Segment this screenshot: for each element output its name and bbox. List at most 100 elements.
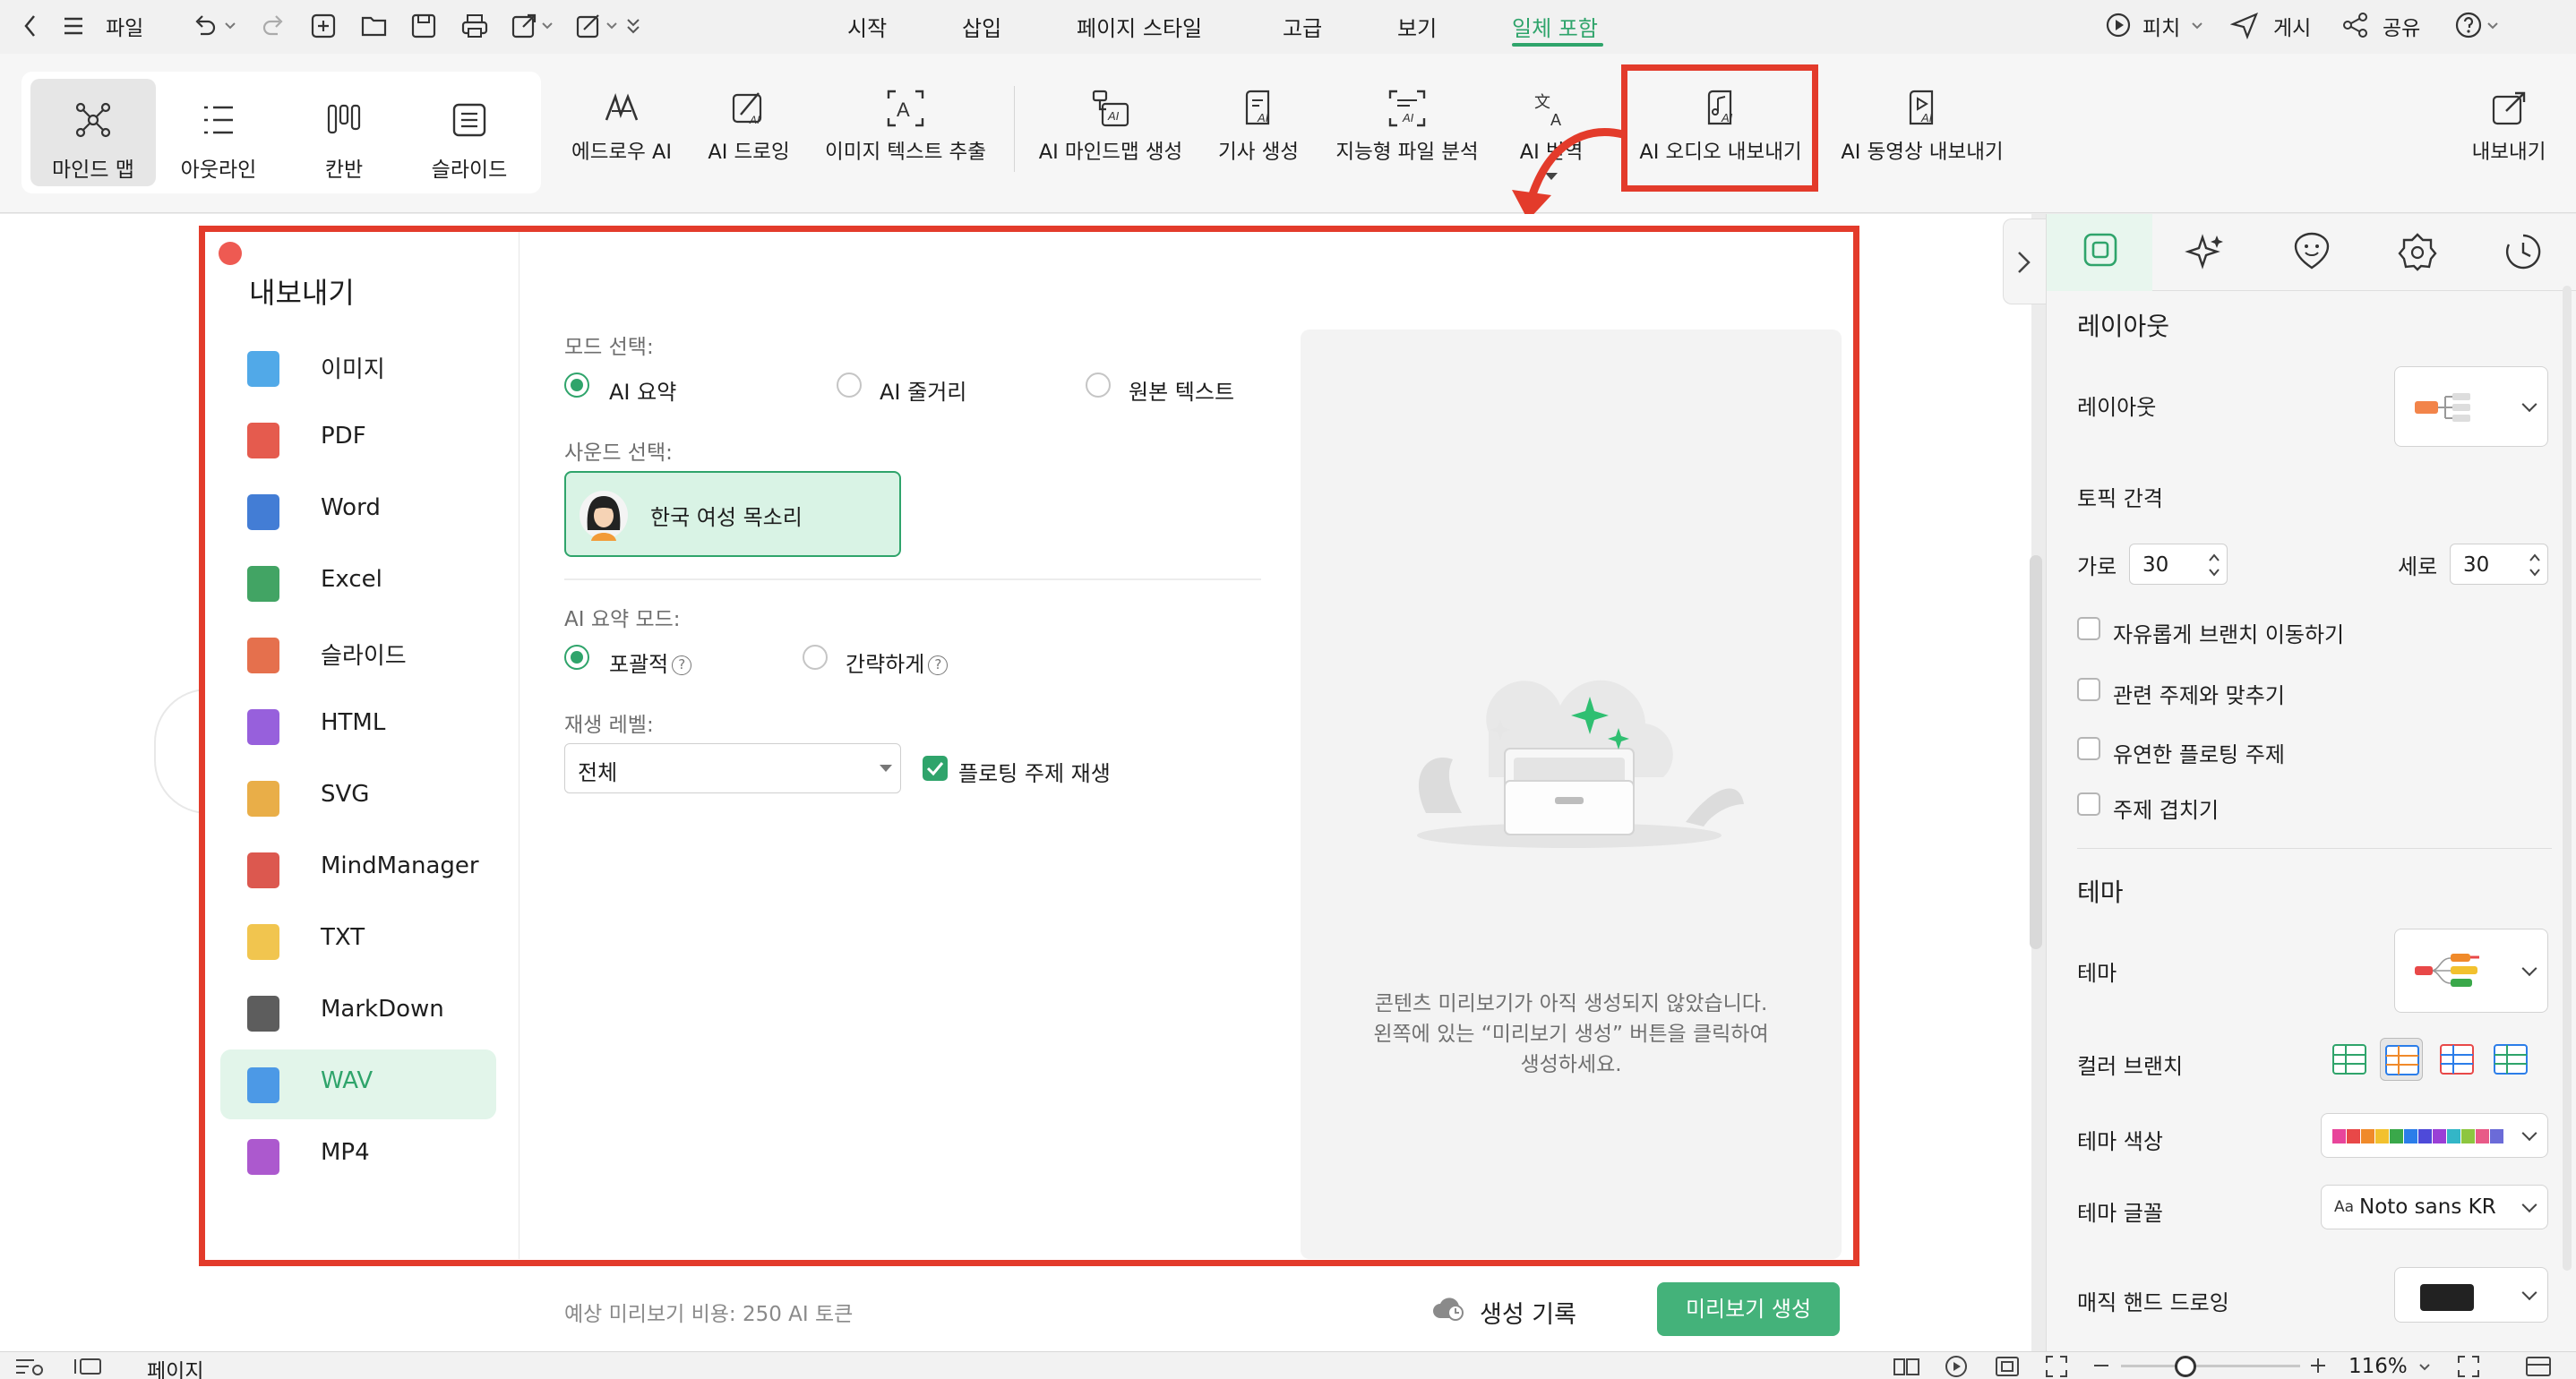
undo-icon[interactable] [192,13,219,39]
stepper-icon[interactable] [2207,550,2221,580]
align-topics-checkbox[interactable] [2077,678,2100,701]
ai-mindmap-button[interactable]: AI AI 마인드맵 생성 [1032,81,1189,188]
generate-preview-button[interactable]: 미리보기 생성 [1657,1282,1840,1336]
theme-badge-icon[interactable] [2398,232,2437,271]
ai-sparkle-icon[interactable] [2185,232,2226,273]
export-file-icon[interactable] [511,13,537,39]
color-branch-option[interactable] [2489,1038,2532,1081]
back-icon[interactable] [21,13,39,39]
flexible-floating-checkbox[interactable] [2077,737,2100,760]
tab-all-in-one[interactable]: 일체 포함 [1512,11,1598,42]
properties-panel: 레이아웃 레이아웃 토픽 간격 가로 30 세로 30 자유롭게 브랜치 이동하… [2046,214,2576,1379]
ai-video-export-button[interactable]: AI AI 동영상 내보내기 [1836,81,2008,188]
open-icon[interactable] [360,13,389,39]
menu-icon[interactable] [63,14,86,38]
print-icon[interactable] [460,13,489,39]
expand-icon[interactable] [2456,1354,2481,1379]
help-dropdown-icon[interactable] [2486,21,2499,30]
theme-color-select[interactable] [2321,1113,2548,1158]
font-aa-icon: Aa [2334,1198,2355,1216]
share-button[interactable]: 공유 [2383,11,2420,41]
zoom-dropdown-icon[interactable] [2418,1363,2431,1372]
panel-toggle-icon[interactable] [2524,1354,2553,1379]
tab-start[interactable]: 시작 [847,11,887,42]
horizontal-spacing-input[interactable]: 30 [2129,544,2228,585]
ai-drawing-button[interactable]: AI AI 드로잉 [699,81,799,188]
kanban-icon [327,104,361,134]
pitch-dropdown-icon[interactable] [2191,21,2203,30]
panel-scrollbar[interactable] [2563,286,2572,1271]
file-analysis-button[interactable]: AI 지능형 파일 분석 [1326,81,1489,188]
vertical-spacing-input[interactable]: 30 [2450,544,2548,585]
overlap-topics-label[interactable]: 주제 겹치기 [2113,792,2219,824]
publish-icon[interactable] [2230,11,2259,39]
overlap-topics-checkbox[interactable] [2077,792,2100,816]
zoom-slider-track[interactable] [2121,1356,2300,1377]
tab-page-style[interactable]: 페이지 스타일 [1077,11,1202,42]
canvas-scrollbar[interactable] [2030,555,2042,949]
export-button[interactable]: 내보내기 [2460,81,2558,188]
share-icon[interactable] [2341,11,2370,39]
publish-button[interactable]: 게시 [2273,11,2311,41]
tab-advanced[interactable]: 고급 [1283,11,1322,42]
view-outline-button[interactable]: 아웃라인 [156,79,281,186]
hand-drawing-label: 매직 핸드 드로잉 [2077,1290,2229,1315]
color-branch-option[interactable] [2328,1038,2371,1081]
help-icon[interactable] [2454,11,2483,39]
edit-icon[interactable] [575,13,602,39]
book-icon[interactable] [1892,1356,1922,1377]
article-icon: AI [1245,90,1270,125]
free-branch-label[interactable]: 자유롭게 브랜치 이동하기 [2113,617,2344,648]
article-button[interactable]: AI 기사 생성 [1209,81,1308,188]
edraw-ai-button[interactable]: 에드로우 AI [561,81,683,188]
color-branch-option[interactable] [2380,1038,2423,1081]
panel-collapse-button[interactable] [2003,218,2046,304]
fit-screen-icon[interactable] [1994,1354,2021,1379]
stepper-icon[interactable] [2528,550,2542,580]
pitch-icon[interactable] [2105,12,2132,39]
align-topics-label[interactable]: 관련 주제와 맞추기 [2113,678,2285,709]
history-clock-icon[interactable] [2503,232,2543,271]
palette-swatch [2347,1129,2360,1143]
color-branch-option[interactable] [2435,1038,2478,1081]
tab-view[interactable]: 보기 [1397,11,1437,42]
edit-dropdown-icon[interactable] [605,21,618,30]
free-branch-checkbox[interactable] [2077,617,2100,640]
image-text-extract-button[interactable]: A 이미지 텍스트 추출 [817,81,994,188]
pitch-button[interactable]: 피치 [2142,11,2180,41]
theme-font-select[interactable]: Aa Noto sans KR [2321,1185,2548,1229]
zoom-level[interactable]: 116% [2348,1355,2408,1378]
page-view-icon[interactable] [73,1357,104,1376]
more-icon[interactable] [625,16,641,36]
view-mindmap-button[interactable]: 마인드 맵 [30,79,156,186]
export-dropdown-icon[interactable] [541,21,554,30]
view-slide-button[interactable]: 슬라이드 [407,79,532,186]
highlight-export-dialog [199,226,1859,1266]
zoom-slider-handle[interactable] [2175,1356,2196,1377]
palette-swatch [2490,1129,2503,1143]
page-tab[interactable]: 페이지 [147,1354,203,1379]
outline-view-icon[interactable] [14,1357,45,1376]
outline-icon [204,106,233,134]
undo-dropdown-icon[interactable] [224,21,236,30]
theme-color-palette [2332,1129,2504,1143]
history-button[interactable]: 생성 기록 [1431,1286,1593,1332]
panel-tabs [2047,214,2576,291]
flexible-floating-label[interactable]: 유연한 플로팅 주제 [2113,737,2285,768]
zoom-in-icon[interactable] [2309,1357,2327,1375]
theme-label: 테마 [2077,961,2117,986]
zoom-out-icon[interactable] [2092,1363,2110,1368]
play-icon[interactable] [1944,1354,1969,1379]
layout-select[interactable] [2394,366,2548,447]
save-icon[interactable] [410,13,437,39]
fullscreen-icon[interactable] [2044,1354,2069,1379]
sticker-icon[interactable] [2292,232,2331,271]
theme-select[interactable] [2394,929,2548,1013]
tab-layout[interactable] [2047,214,2152,291]
redo-icon[interactable] [260,13,287,39]
view-kanban-button[interactable]: 칸반 [281,79,407,186]
file-menu[interactable]: 파일 [106,11,143,41]
tab-insert[interactable]: 삽입 [962,11,1001,42]
new-icon[interactable] [310,13,337,39]
hand-drawing-select[interactable] [2394,1267,2548,1323]
